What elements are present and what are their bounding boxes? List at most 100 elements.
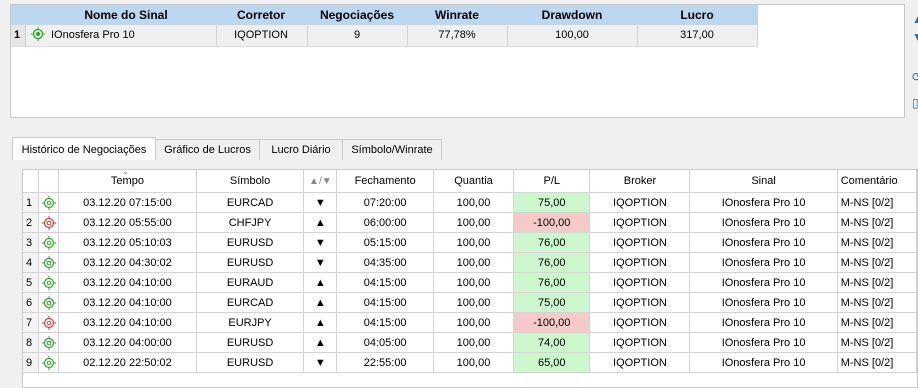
cell-signal: IOnosfera Pro 10 xyxy=(689,272,838,293)
cell-broker: IQOPTION xyxy=(589,312,691,333)
table-row[interactable]: 7 03.12.20 04:10:00 EURJPY ▲ 04:15:00 100,00-… xyxy=(23,312,917,333)
cell-amount: 100,00 xyxy=(433,272,515,293)
cell-pl: 76,00 xyxy=(513,232,591,253)
col-broker[interactable]: Broker xyxy=(589,170,691,193)
table-row[interactable]: 4 03.12.20 04:30:02 EURUSD ▼ 04:35:00 100,00 7… xyxy=(23,252,917,273)
cell-time: 03.12.20 04:30:02 xyxy=(58,252,197,273)
target-icon xyxy=(31,27,45,41)
cell-direction: ▲ xyxy=(303,292,338,313)
cell-pl: 75,00 xyxy=(513,292,591,313)
cell-broker: IQOPTION xyxy=(589,292,691,313)
cell-amount: 100,00 xyxy=(433,352,515,373)
cell-symbol: EURCAD xyxy=(196,292,305,313)
col-symbol[interactable]: Símbolo xyxy=(196,170,305,193)
row-index: 7 xyxy=(23,312,40,333)
signal-name: IOnosfera Pro 10 xyxy=(51,29,135,41)
target-icon-green xyxy=(38,332,59,353)
cell-comment: M-NS [0/2] xyxy=(837,292,917,313)
row-index: 9 xyxy=(23,352,40,373)
col-pl[interactable]: P/L xyxy=(513,170,591,193)
trash-icon[interactable]: ▯ xyxy=(912,96,918,110)
col-drawdown[interactable]: Drawdown xyxy=(507,8,637,22)
refresh-icon[interactable]: ⟳ xyxy=(912,70,918,84)
table-row[interactable]: 5 03.12.20 04:10:00 EURAUD ▲ 04:15:00 100,00 7… xyxy=(23,272,917,293)
signal-winrate: 77,78% xyxy=(438,29,476,41)
cell-time: 03.12.20 04:00:00 xyxy=(58,332,197,353)
cell-time: 03.12.20 05:10:03 xyxy=(58,232,197,253)
col-direction[interactable]: ▲/▼ xyxy=(303,170,338,193)
cell-pl: 74,00 xyxy=(513,332,591,353)
cell-comment: M-NS [0/2] xyxy=(837,232,917,253)
chevron-up-icon[interactable]: ▲ xyxy=(912,12,918,26)
cell-symbol: CHFJPY xyxy=(196,212,305,233)
table-row[interactable]: 6 03.12.20 04:10:00 EURCAD ▲ 04:15:00 100,00 7… xyxy=(23,292,917,313)
tab-daily-profit[interactable]: Lucro Diário xyxy=(259,139,343,160)
signals-panel: Nome do Sinal Corretor Negociações Winra… xyxy=(10,4,905,118)
table-row[interactable]: 1 03.12.20 07:15:00 EURCAD ▼ 07:20:00 100,00 7… xyxy=(23,192,917,213)
cell-pl: 76,00 xyxy=(513,252,591,273)
col-comment[interactable]: Comentário xyxy=(837,170,917,193)
cell-amount: 100,00 xyxy=(433,332,515,353)
cell-close-time: 22:55:00 xyxy=(336,352,434,373)
target-icon-green xyxy=(38,252,59,273)
col-trades[interactable]: Negociações xyxy=(307,8,407,22)
tab-symbol-winrate[interactable]: Símbolo/Winrate xyxy=(342,139,442,160)
cell-broker: IQOPTION xyxy=(589,212,691,233)
col-profit[interactable]: Lucro xyxy=(637,8,757,22)
cell-comment: M-NS [0/2] xyxy=(837,212,917,233)
cell-signal: IOnosfera Pro 10 xyxy=(689,252,838,273)
cell-broker: IQOPTION xyxy=(589,272,691,293)
cell-symbol: EURUSD xyxy=(196,232,305,253)
cell-amount: 100,00 xyxy=(433,292,515,313)
target-icon-green xyxy=(38,272,59,293)
row-index: 4 xyxy=(23,252,40,273)
target-icon-green xyxy=(38,232,59,253)
cell-close-time: 04:15:00 xyxy=(336,292,434,313)
col-broker[interactable]: Corretor xyxy=(216,8,306,22)
signal-drawdown: 100,00 xyxy=(555,29,589,41)
cell-pl: 76,00 xyxy=(513,272,591,293)
cell-signal: IOnosfera Pro 10 xyxy=(689,232,838,253)
col-time[interactable]: ⌄ Tempo xyxy=(58,169,197,193)
cell-signal: IOnosfera Pro 10 xyxy=(689,192,838,213)
cell-comment: M-NS [0/2] xyxy=(837,352,917,373)
target-icon-green xyxy=(38,352,59,373)
tab-trade-history[interactable]: Histórico de Negociações xyxy=(12,137,156,160)
cell-close-time: 05:15:00 xyxy=(336,232,434,253)
table-row[interactable]: 2 03.12.20 05:55:00 CHFJPY ▲ 06:00:00 100,00-… xyxy=(23,212,917,233)
cell-amount: 100,00 xyxy=(433,192,515,213)
row-index: 6 xyxy=(23,292,40,313)
col-signal-name[interactable]: Nome do Sinal xyxy=(51,8,201,22)
cell-direction: ▼ xyxy=(303,252,338,273)
table-row[interactable]: 3 03.12.20 05:10:03 EURUSD ▼ 05:15:00 100,00 7… xyxy=(23,232,917,253)
cell-pl: -100,00 xyxy=(513,312,591,333)
table-row[interactable]: 8 03.12.20 04:00:00 EURUSD ▲ 04:05:00 100,00 7… xyxy=(23,332,917,353)
col-winrate[interactable]: Winrate xyxy=(407,8,507,22)
row-index: 2 xyxy=(23,212,40,233)
cell-direction: ▲ xyxy=(303,272,338,293)
cell-comment: M-NS [0/2] xyxy=(837,332,917,353)
sort-caret-icon: ⌄ xyxy=(121,169,129,176)
cell-symbol: EURCAD xyxy=(196,192,305,213)
col-close-time[interactable]: Fechamento xyxy=(336,170,434,193)
cell-amount: 100,00 xyxy=(433,212,515,233)
cell-amount: 100,00 xyxy=(433,232,515,253)
cell-symbol: EURJPY xyxy=(196,312,305,333)
cell-symbol: EURUSD xyxy=(196,352,305,373)
col-amount[interactable]: Quantia xyxy=(433,170,515,193)
cell-amount: 100,00 xyxy=(433,252,515,273)
cell-direction: ▼ xyxy=(303,192,338,213)
col-signal[interactable]: Sinal xyxy=(689,170,838,193)
tab-profit-chart[interactable]: Gráfico de Lucros xyxy=(155,139,260,160)
signal-row[interactable]: 1 IOnosfera Pro 10 IQOPTION 9 77,78% 100… xyxy=(11,25,758,47)
cell-direction: ▲ xyxy=(303,332,338,353)
cell-signal: IOnosfera Pro 10 xyxy=(689,352,838,373)
table-row[interactable]: 9 02.12.20 22:50:02 EURUSD ▼ 22:55:00 100,00 6… xyxy=(23,352,917,373)
cell-broker: IQOPTION xyxy=(589,252,691,273)
cell-comment: M-NS [0/2] xyxy=(837,252,917,273)
cell-close-time: 04:35:00 xyxy=(336,252,434,273)
cell-direction: ▲ xyxy=(303,312,338,333)
chevron-down-icon[interactable]: ▼ xyxy=(912,30,918,44)
cell-comment: M-NS [0/2] xyxy=(837,272,917,293)
trade-history-table: ⌄ Tempo Símbolo ▲/▼ Fechamento Quantia P/… xyxy=(22,169,918,388)
